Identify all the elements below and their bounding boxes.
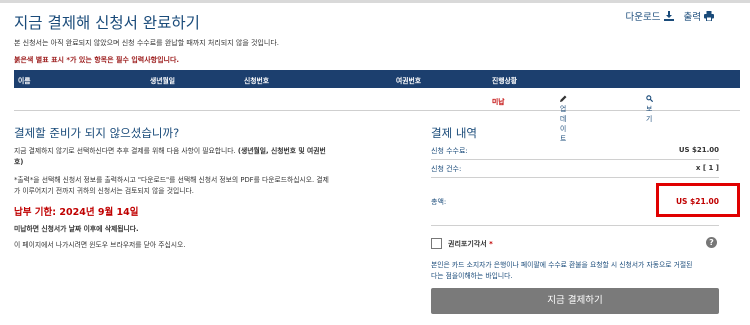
waiver-text-line2: 다는 점을이해하는 바입니다. xyxy=(431,271,513,280)
print-link[interactable]: 출력 xyxy=(684,9,714,23)
required-note: 붉은색 별표 표시 *가 있는 항목은 필수 입력사항입니다. xyxy=(14,56,180,64)
col-header-passport-number: 여권번호 xyxy=(396,77,422,85)
col-header-application-number: 신청번호 xyxy=(244,77,270,85)
download-icon xyxy=(663,11,674,21)
fee-value: US $21.00 xyxy=(678,146,719,154)
print-label: 출력 xyxy=(683,12,701,23)
col-header-status: 진행상황 xyxy=(492,77,518,85)
deadline-warning: 미납하면 신청서가 날짜 이후에 삭제됩니다. xyxy=(14,225,139,233)
summary-heading: 결제 내역 xyxy=(431,126,477,140)
payment-deadline: 납부 기한: 2024년 9월 14일 xyxy=(14,207,139,218)
print-icon xyxy=(704,11,714,21)
required-star: * xyxy=(489,240,493,248)
divider xyxy=(431,159,719,160)
download-label: 다운로드 xyxy=(625,12,661,23)
top-band xyxy=(0,0,750,3)
waiver-checkbox[interactable] xyxy=(431,238,442,249)
status-badge: 미납 xyxy=(492,98,505,106)
question-icon[interactable]: ? xyxy=(706,237,717,248)
download-link[interactable]: 다운로드 xyxy=(626,9,674,23)
divider xyxy=(431,177,719,178)
total-highlight-box xyxy=(656,183,740,217)
top-actions: 다운로드 출력 xyxy=(626,9,714,23)
waiver-text: 본인은 카드 소지자가 은행이나 페이팔에 수수료 환불을 요청할 시 신청서가… xyxy=(431,260,723,281)
count-label: 신청 건수: xyxy=(431,165,462,173)
view-label: 보기 xyxy=(646,105,653,123)
print-download-line2: 가 이루어지기 전까지 귀하의 신청서는 검토되지 않을 것입니다. xyxy=(14,186,194,195)
table-row: 미납 업데이트 보기 xyxy=(14,88,740,143)
pay-later-text: 지금 결제하지 않기로 선택하신다면 추후 결제를 위해 다음 사항이 필요합니… xyxy=(14,147,238,155)
col-header-name: 이름 xyxy=(18,77,31,85)
close-window-note: 이 페이지에서 나가시려면 윈도우 브라우저를 닫아 주십시오. xyxy=(14,241,186,249)
incomplete-notice: 본 신청서는 아직 완료되지 않았으며 신청 수수료를 완납할 때까지 처리되지… xyxy=(14,39,279,47)
fee-label: 신청 수수료: xyxy=(431,147,468,155)
fee-row: 신청 수수료: US $21.00 xyxy=(431,146,719,156)
print-download-line1: *출력*을 선택해 신청서 정보를 출력하시고 "다운로드"를 선택해 신청서 … xyxy=(14,176,329,184)
pencil-icon xyxy=(560,95,567,102)
table-header: 이름 생년월일 신청번호 여권번호 진행상황 xyxy=(14,70,740,88)
not-ready-heading: 결제할 준비가 되지 않으셨습니까? xyxy=(14,126,180,140)
total-label: 총액: xyxy=(431,198,447,206)
pay-now-button[interactable]: 지금 결제하기 xyxy=(431,288,719,314)
view-link[interactable]: 보기 xyxy=(646,95,653,123)
count-row: 신청 건수: x [ 1 ] xyxy=(431,164,719,174)
search-icon xyxy=(646,95,653,102)
count-value: x [ 1 ] xyxy=(695,164,719,172)
pay-later-required-cont: 호) xyxy=(14,157,24,166)
waiver-label: 권리포기각서 * xyxy=(448,239,493,249)
col-header-dob: 생년월일 xyxy=(150,77,176,85)
update-link[interactable]: 업데이트 xyxy=(560,95,567,143)
waiver-label-text: 권리포기각서 xyxy=(448,240,487,248)
divider xyxy=(431,225,719,226)
pay-later-info: 지금 결제하지 않기로 선택하신다면 추후 결제를 위해 다음 사항이 필요합니… xyxy=(14,146,364,167)
page-title: 지금 결제해 신청서 완료하기 xyxy=(14,14,200,32)
waiver-text-line1: 본인은 카드 소지자가 은행이나 페이팔에 수수료 환불을 요청할 시 신청서가… xyxy=(431,261,693,269)
update-label: 업데이트 xyxy=(560,105,567,143)
pay-later-required: (생년월일, 신청번호 및 여권번 xyxy=(237,147,326,155)
print-download-info: *출력*을 선택해 신청서 정보를 출력하시고 "다운로드"를 선택해 신청서 … xyxy=(14,175,370,196)
